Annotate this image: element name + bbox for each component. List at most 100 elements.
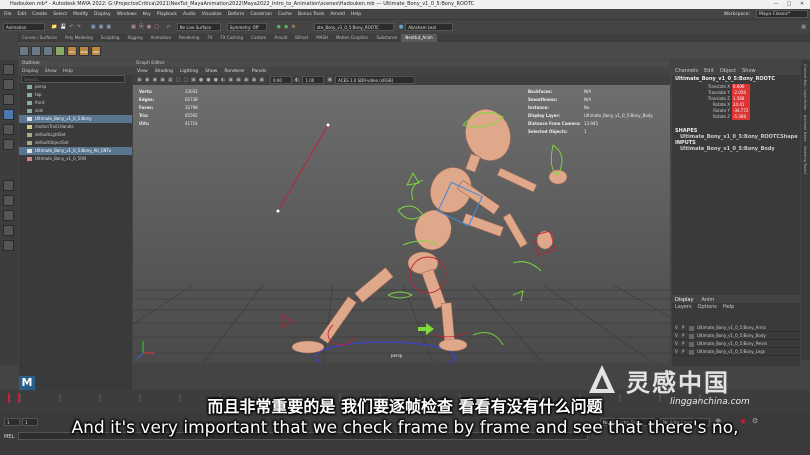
single-perspective-layout-icon[interactable] [3,180,14,191]
wireframe-icon[interactable]: ▣ [191,77,196,83]
shelf-tab[interactable]: Animation [147,34,175,42]
motion-trail-point[interactable] [326,123,330,127]
attribute-row[interactable]: Rotate Z -5.368 [672,114,800,120]
outliner-search-input[interactable] [21,75,125,83]
menu-item-visualize[interactable]: Visualize [202,12,222,17]
shelf-tab[interactable]: Sculpting [97,34,124,42]
ipr-render-icon[interactable]: ◉ [284,24,288,30]
outliner-item[interactable]: side [19,107,132,115]
maximize-icon[interactable]: □ [783,0,795,9]
shelf-tab[interactable]: Rendering [175,34,203,42]
gamma-field[interactable]: 1.00 [302,76,325,84]
outliner-menu-display[interactable]: Display [22,69,39,74]
shelf-tab[interactable]: Arnold [270,34,291,42]
menu-item-bonus-tools[interactable]: Bonus Tools [298,12,324,17]
layer-row[interactable]: V P Ultimate_Bony_v1_0_5:Bony_Pelvis [672,340,800,348]
redo-icon[interactable]: ↷ [77,24,81,30]
layer-color-swatch[interactable] [689,341,694,347]
channel-box-menu-edit[interactable]: Edit [704,68,714,74]
viewport-menu-view[interactable]: View [137,69,148,74]
mw-icon[interactable]: MW [91,45,101,56]
menu-item-edit[interactable]: Edit [18,12,27,17]
tab-anim[interactable]: Anim [701,297,714,303]
rotate-tool-icon[interactable] [3,124,14,135]
perspective-viewport[interactable]: Verts: 33032 Edges: 65738 Faces: 32798 Tris… [133,85,670,363]
menu-item-select[interactable]: Select [53,12,67,17]
outliner-menu-show[interactable]: Show [45,69,57,74]
four-view-layout-icon[interactable] [3,195,14,206]
menu-item-arnold[interactable]: Arnold [330,12,345,17]
colorspace-dropdown[interactable]: ACES 1.0 SDR-video (sRGB) [335,76,416,84]
shelf-tool-icon[interactable] [43,45,53,56]
pose-toggle-icon[interactable]: Pos Tgl [67,45,77,64]
undo-icon[interactable]: ↶ [69,24,73,30]
channel-box-menu-show[interactable]: Show [742,68,756,74]
motion-trail-point[interactable] [276,209,280,213]
side-tab-modeling-toolkit[interactable]: Modeling Toolkit [803,146,807,174]
outliner-item[interactable]: Ultimate_Bony_v1_0_5:Bony_All_CNTx [19,147,132,155]
menu-set-dropdown[interactable]: Animation [3,22,45,31]
outliner-item[interactable]: Ultimate_Bony_v1_0_5RN [19,155,132,163]
shelf-tab[interactable]: Bifrost [291,34,312,42]
menu-item-modify[interactable]: Modify [73,12,88,17]
live-surface-dropdown[interactable]: No Live Surface [176,22,221,31]
object-name-field[interactable]: ate_Bony_v1_0_5:Bony_ROOTC [313,22,394,31]
menu-item-constrain[interactable]: Constrain [250,12,272,17]
shelf-tool-icon[interactable] [31,45,41,56]
select-tool-icon[interactable] [3,64,14,75]
layer-menu-help[interactable]: Help [723,304,734,310]
bookmark-icon[interactable]: ▣ [152,77,157,83]
camera-attributes-icon[interactable]: ▣ [145,77,150,83]
outliner-item[interactable]: motionTrail1Handle [19,123,132,131]
walk-icon[interactable]: Walk [79,45,89,56]
shelf-tab-active[interactable]: Nexttut_Anim [401,34,437,42]
side-tab-attribute-editor[interactable]: Attribute Editor [803,115,807,142]
lasso-tool-icon[interactable] [3,79,14,90]
viewport-menu-panels[interactable]: Panels [252,69,266,74]
minimize-icon[interactable]: — [770,0,782,9]
select-by-object-icon[interactable]: ▣ [99,24,104,30]
magnet-icon[interactable]: ∩ [167,24,171,30]
outliner-menu-help[interactable]: Help [63,69,73,74]
snap-grid-icon[interactable]: ▦ [131,24,136,30]
shelf-tool-icon[interactable] [55,45,65,56]
outliner-layout-icon[interactable] [3,240,14,251]
menu-item-windows[interactable]: Windows [117,12,137,17]
shelf-tab[interactable]: Curves / Surfaces [18,34,61,42]
character-mesh[interactable] [291,103,568,354]
outliner-item[interactable]: persp [19,83,132,91]
camera-select-icon[interactable]: ▣ [137,77,142,83]
menu-item-playback[interactable]: Playback [157,12,177,17]
shadows-icon[interactable]: ◐ [221,77,225,83]
select-by-component-icon[interactable]: ▣ [106,24,111,30]
viewport-menu-lighting[interactable]: Lighting [180,69,198,74]
viewport-menu-renderer[interactable]: Renderer [224,69,245,74]
menu-item-help[interactable]: Help [351,12,361,17]
shelf-tool-icon[interactable] [19,45,29,56]
panel-layout-icon[interactable]: ▦ [801,24,806,30]
select-by-hierarchy-icon[interactable]: ▣ [91,24,96,30]
snap-plane-icon[interactable]: ▢ [154,24,159,30]
shelf-tab[interactable]: MASH [312,34,332,42]
shelf-tab[interactable]: Poly Modeling [61,34,97,42]
textured-icon[interactable]: ● [206,77,210,83]
menu-item-deform[interactable]: Deform [228,12,245,17]
menu-item-display[interactable]: Display [94,12,111,17]
layer-color-swatch[interactable] [689,333,694,339]
layer-color-swatch[interactable] [689,325,694,331]
channel-box-menu-object[interactable]: Object [720,68,736,74]
ambient-occlusion-icon[interactable]: ▣ [244,77,249,83]
menu-item-file[interactable]: File [4,12,12,17]
input-name[interactable]: Ultimate_Bony_v1_0_5:Bony_Body [672,146,800,152]
gamma-icon[interactable]: ◐ [295,77,299,83]
outliner-item[interactable]: top [19,91,132,99]
render-settings-icon[interactable]: ⚙ [291,24,295,30]
tab-display[interactable]: Display [675,297,693,303]
layer-menu-options[interactable]: Options [698,304,717,310]
side-tab-channel-box[interactable]: Channel Box / Layer Editor [803,64,807,111]
menu-item-audio[interactable]: Audio [183,12,196,17]
isolate-icon[interactable]: ▣ [236,77,241,83]
exposure-field[interactable]: 0.00 [270,76,293,84]
layer-row[interactable]: V P Ultimate_Bony_v1_0_5:Bony_Body [672,332,800,340]
layer-menu-layers[interactable]: Layers [675,304,692,310]
